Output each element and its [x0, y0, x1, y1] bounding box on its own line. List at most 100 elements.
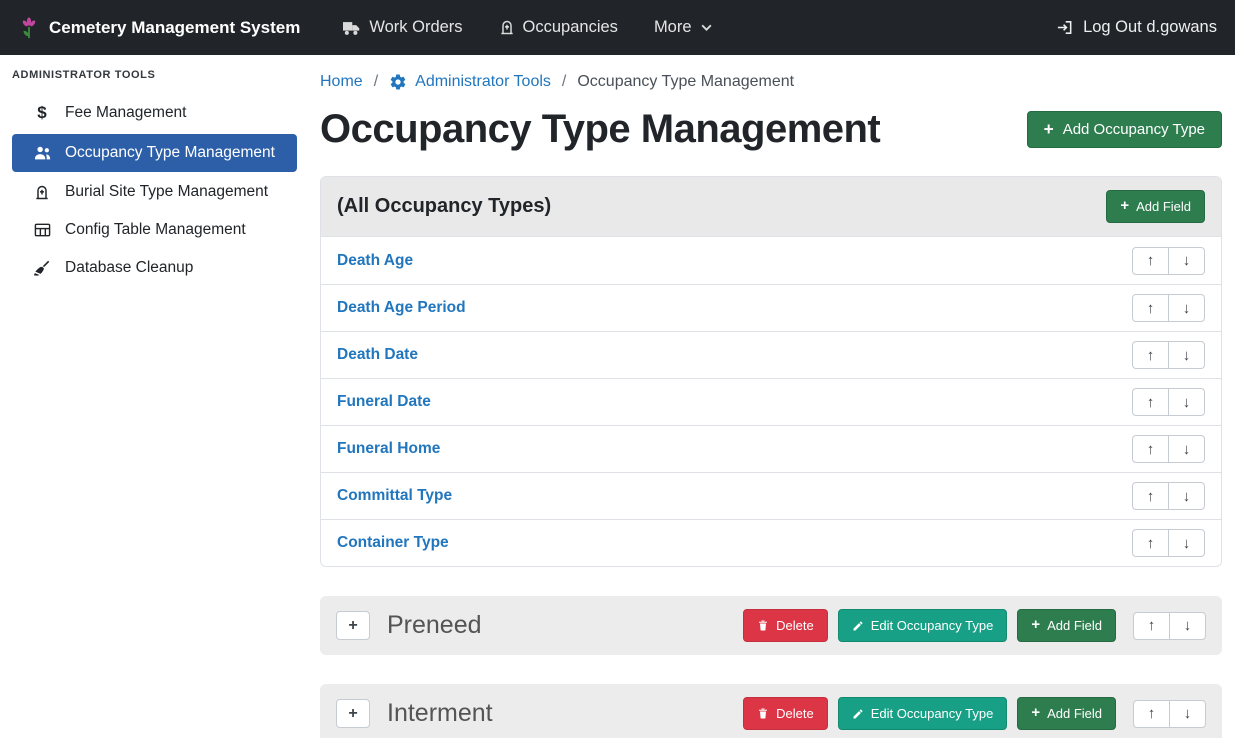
- field-row: Death Date ↑ ↓: [321, 331, 1221, 378]
- gear-icon: [389, 73, 407, 91]
- sidebar-item-config-table-management[interactable]: Config Table Management: [0, 211, 308, 249]
- logout-label: Log Out d.gowans: [1083, 18, 1217, 37]
- sidebar-item-occupancy-type-management[interactable]: Occupancy Type Management: [12, 134, 297, 172]
- pencil-icon: [852, 708, 864, 720]
- plus-icon: +: [1031, 618, 1040, 633]
- delete-button[interactable]: Delete: [743, 697, 828, 730]
- field-link-death-age[interactable]: Death Age: [337, 252, 413, 270]
- table-icon: [32, 222, 52, 238]
- move-down-button[interactable]: ↓: [1168, 388, 1205, 416]
- sidebar-item-fee-management[interactable]: $ Fee Management: [0, 93, 308, 133]
- move-down-button[interactable]: ↓: [1168, 482, 1205, 510]
- nav-work-orders[interactable]: Work Orders: [342, 18, 462, 37]
- field-link-committal-type[interactable]: Committal Type: [337, 487, 452, 505]
- add-field-button[interactable]: + Add Field: [1017, 609, 1116, 642]
- move-down-button[interactable]: ↓: [1169, 700, 1206, 728]
- sidebar-item-burial-site-type-management[interactable]: Burial Site Type Management: [0, 173, 308, 211]
- users-icon: [32, 145, 52, 161]
- move-down-button[interactable]: ↓: [1168, 529, 1205, 557]
- sidebar-item-label: Config Table Management: [65, 221, 246, 239]
- breadcrumb-home-link[interactable]: Home: [320, 73, 363, 91]
- move-down-button[interactable]: ↓: [1168, 294, 1205, 322]
- page-title: Occupancy Type Management: [320, 107, 880, 152]
- move-up-button[interactable]: ↑: [1133, 700, 1170, 728]
- move-down-button[interactable]: ↓: [1169, 612, 1206, 640]
- field-link-container-type[interactable]: Container Type: [337, 534, 449, 552]
- breadcrumb-admin-tools-label: Administrator Tools: [415, 73, 551, 91]
- card-title: (All Occupancy Types): [337, 195, 551, 218]
- field-link-funeral-home[interactable]: Funeral Home: [337, 440, 440, 458]
- delete-label: Delete: [776, 706, 814, 721]
- field-row: Funeral Home ↑ ↓: [321, 425, 1221, 472]
- field-link-death-age-period[interactable]: Death Age Period: [337, 299, 466, 317]
- move-up-button[interactable]: ↑: [1132, 247, 1169, 275]
- field-link-death-date[interactable]: Death Date: [337, 346, 418, 364]
- logout-icon: [1056, 19, 1074, 36]
- reorder-controls: ↑ ↓: [1132, 247, 1205, 275]
- move-down-button[interactable]: ↓: [1168, 247, 1205, 275]
- breadcrumb-admin-tools-link[interactable]: Administrator Tools: [389, 73, 551, 91]
- section-title: Interment: [387, 699, 493, 728]
- section-actions: Delete Edit Occupancy Type + Add Field ↑: [743, 697, 1206, 730]
- dollar-icon: $: [32, 103, 52, 123]
- nav-more[interactable]: More: [654, 18, 713, 37]
- expand-button[interactable]: +: [336, 611, 370, 640]
- move-up-button[interactable]: ↑: [1132, 341, 1169, 369]
- add-field-button[interactable]: + Add Field: [1017, 697, 1116, 730]
- move-up-button[interactable]: ↑: [1133, 612, 1170, 640]
- edit-label: Edit Occupancy Type: [871, 618, 994, 633]
- delete-button[interactable]: Delete: [743, 609, 828, 642]
- app-title: Cemetery Management System: [49, 18, 300, 38]
- chevron-down-icon: [700, 21, 713, 34]
- move-up-button[interactable]: ↑: [1132, 435, 1169, 463]
- move-up-button[interactable]: ↑: [1132, 294, 1169, 322]
- occupancy-type-section-preneed: + Preneed Delete: [320, 596, 1222, 655]
- reorder-controls: ↑ ↓: [1133, 700, 1206, 728]
- page-header: Occupancy Type Management + Add Occupanc…: [320, 107, 1222, 152]
- tombstone-icon: [32, 184, 52, 201]
- navbar-links: Work Orders Occupancies More: [342, 18, 712, 37]
- section-actions: Delete Edit Occupancy Type + Add Field ↑: [743, 609, 1206, 642]
- pencil-icon: [852, 620, 864, 632]
- logout-link[interactable]: Log Out d.gowans: [1056, 18, 1217, 37]
- move-down-button[interactable]: ↓: [1168, 435, 1205, 463]
- reorder-controls: ↑ ↓: [1133, 612, 1206, 640]
- move-up-button[interactable]: ↑: [1132, 482, 1169, 510]
- tombstone-icon: [499, 19, 515, 36]
- plus-icon: +: [1044, 121, 1054, 138]
- broom-icon: [32, 260, 52, 276]
- move-up-button[interactable]: ↑: [1132, 388, 1169, 416]
- add-occupancy-type-button[interactable]: + Add Occupancy Type: [1027, 111, 1222, 148]
- occupancy-type-section-interment: + Interment Delete: [320, 684, 1222, 738]
- delete-label: Delete: [776, 618, 814, 633]
- field-row: Container Type ↑ ↓: [321, 519, 1221, 566]
- plus-icon: +: [1031, 706, 1040, 721]
- reorder-controls: ↑ ↓: [1132, 482, 1205, 510]
- move-down-button[interactable]: ↓: [1168, 341, 1205, 369]
- breadcrumb-separator: /: [562, 73, 566, 91]
- field-row: Death Age ↑ ↓: [321, 237, 1221, 284]
- reorder-controls: ↑ ↓: [1132, 294, 1205, 322]
- plus-icon: +: [1120, 199, 1129, 214]
- sidebar-item-database-cleanup[interactable]: Database Cleanup: [0, 249, 308, 287]
- move-up-button[interactable]: ↑: [1132, 529, 1169, 557]
- app-brand[interactable]: Cemetery Management System: [18, 16, 300, 40]
- breadcrumb-current: Occupancy Type Management: [577, 73, 794, 91]
- edit-label: Edit Occupancy Type: [871, 706, 994, 721]
- expand-button[interactable]: +: [336, 699, 370, 728]
- all-occupancy-types-card: (All Occupancy Types) + Add Field Death …: [320, 176, 1222, 567]
- edit-occupancy-type-button[interactable]: Edit Occupancy Type: [838, 609, 1008, 642]
- sidebar-item-label: Occupancy Type Management: [65, 144, 275, 162]
- sidebar-item-label: Burial Site Type Management: [65, 183, 268, 201]
- sidebar-item-label: Fee Management: [65, 104, 187, 122]
- edit-occupancy-type-button[interactable]: Edit Occupancy Type: [838, 697, 1008, 730]
- add-field-label: Add Field: [1136, 199, 1191, 214]
- all-occupancy-types-header: (All Occupancy Types) + Add Field: [321, 177, 1221, 237]
- field-link-funeral-date[interactable]: Funeral Date: [337, 393, 431, 411]
- add-field-button[interactable]: + Add Field: [1106, 190, 1205, 223]
- sidebar-heading: Administrator Tools: [0, 69, 308, 93]
- section-title: Preneed: [387, 611, 482, 640]
- sidebar-item-label: Database Cleanup: [65, 259, 193, 277]
- nav-occupancies[interactable]: Occupancies: [499, 18, 618, 37]
- add-occupancy-type-label: Add Occupancy Type: [1063, 121, 1205, 138]
